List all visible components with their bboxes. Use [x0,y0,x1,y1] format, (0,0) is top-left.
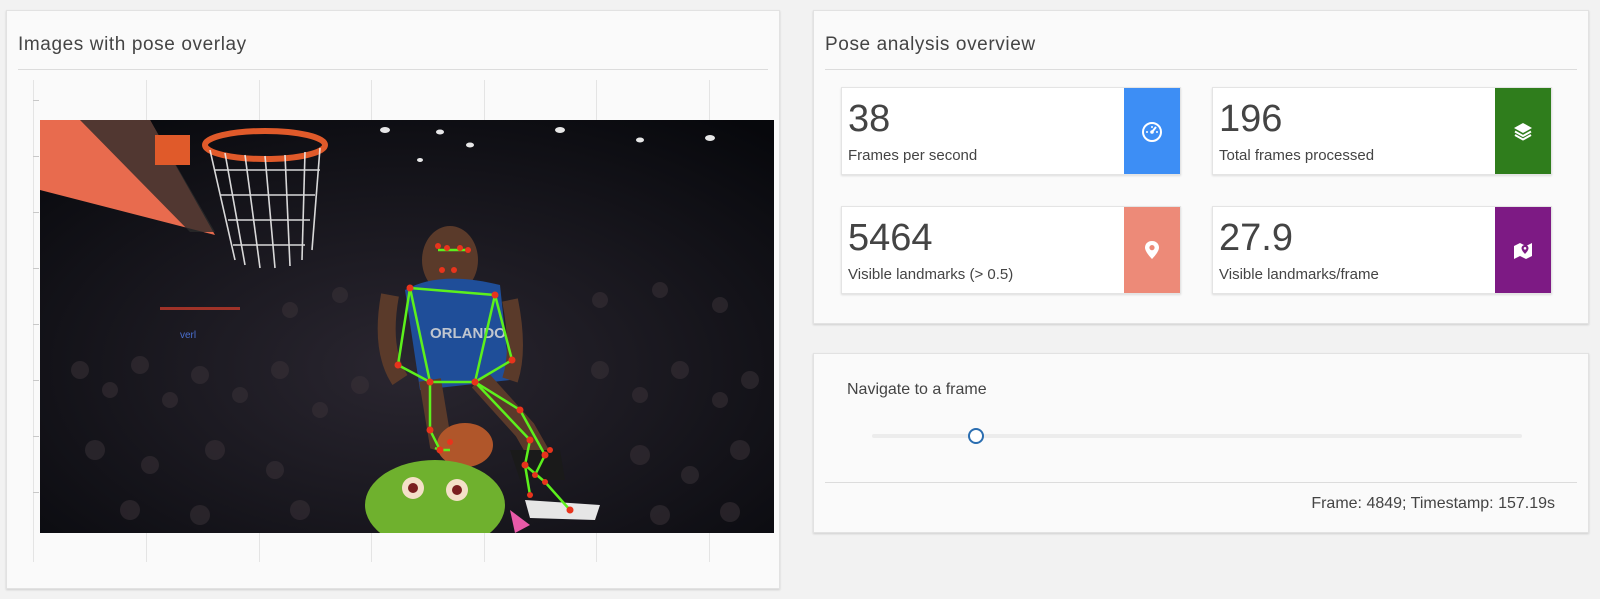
layers-icon [1495,88,1551,174]
stat-label: Visible landmarks (> 0.5) [848,266,1014,283]
map-pin-icon [1124,207,1180,293]
stat-value: 196 [1219,98,1283,140]
frame-slider-thumb[interactable] [968,428,984,444]
stat-landmarks-per-frame: 27.9 Visible landmarks/frame [1212,206,1552,294]
pose-overlay-card: Images with pose overlay verl ORLANDO [6,10,780,589]
y-tick [33,436,39,437]
stat-label: Visible landmarks/frame [1219,266,1379,283]
stat-value: 5464 [848,217,933,259]
stat-total-frames: 196 Total frames processed [1212,87,1552,175]
frame-slider[interactable] [872,428,1522,444]
y-tick [33,268,39,269]
stat-frames-per-second: 38 Frames per second [841,87,1181,175]
y-tick [33,100,39,101]
stat-label: Frames per second [848,147,978,164]
stat-visible-landmarks: 5464 Visible landmarks (> 0.5) [841,206,1181,294]
map-marker-icon [1495,207,1551,293]
jersey-text: ORLANDO [430,325,506,342]
y-tick [33,212,39,213]
y-tick [33,380,39,381]
navigator-label: Navigate to a frame [847,381,987,398]
svg-text:verl: verl [180,330,196,341]
pose-overlay-title: Images with pose overlay [18,11,768,70]
y-tick [33,492,39,493]
stat-label: Total frames processed [1219,147,1375,164]
frame-status: Frame: 4849; Timestamp: 157.19s [1311,495,1555,512]
grid-line [33,80,34,562]
y-tick [33,324,39,325]
frame-navigator-card: Navigate to a frame Frame: 4849; Timesta… [813,353,1589,533]
pose-overview-card: Pose analysis overview 38 Frames per sec… [813,10,1589,324]
stat-value: 38 [848,98,891,140]
speedometer-icon [1124,88,1180,174]
divider [825,482,1577,483]
pose-overlay-image[interactable]: verl ORLANDO [40,120,774,533]
stat-value: 27.9 [1219,217,1293,259]
pose-overview-title: Pose analysis overview [825,11,1577,70]
y-tick [33,156,39,157]
